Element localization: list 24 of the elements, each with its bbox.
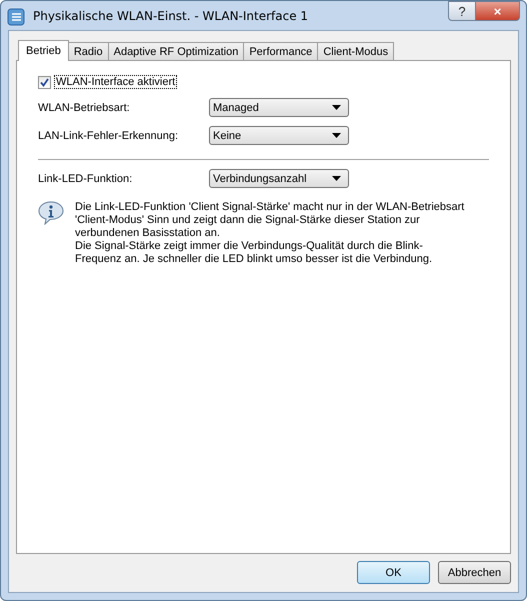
dropdown[interactable]: Managed — [209, 98, 349, 117]
tab[interactable]: Adaptive RF Optimization — [108, 42, 244, 60]
caret-icon — [332, 133, 341, 138]
dialog-button[interactable]: OK — [357, 561, 430, 584]
help-button[interactable]: ? — [448, 1, 476, 21]
checkbox[interactable] — [38, 76, 51, 88]
dropdown[interactable]: Verbindungsanzahl — [209, 169, 349, 188]
dropdown[interactable]: Keine — [209, 126, 349, 145]
field-label: WLAN-Betriebsart: — [38, 102, 131, 114]
app-icon — [7, 8, 25, 26]
tab[interactable]: Radio — [68, 42, 109, 60]
info-text: Die Signal-Stärke zeigt immer die Verbindungs-Qualität durch die Blink-Frequenz an. Je schneller die LED blinkt umso besser ist die Verbindung. — [75, 240, 434, 266]
window-title: Physikalische WLAN-Einst. - WLAN-Interface 1 — [33, 8, 310, 22]
tab[interactable]: Client-Modus — [317, 42, 394, 60]
checkbox-label: WLAN-Interface aktiviert — [54, 75, 178, 89]
info-text: Die Link-LED-Funktion 'Client Signal-Stärke' macht nur in der WLAN-Betriebsart 'Client-Modus' Sinn und zeigt dann die Signal-Stärke dieser Station zur verbundenen Basisstation an. — [75, 201, 466, 240]
field-label: LAN-Link-Fehler-Erkennung: — [38, 130, 180, 142]
info-icon — [38, 201, 64, 225]
caret-icon — [332, 176, 341, 181]
tab[interactable]: Betrieb — [18, 40, 69, 61]
tab[interactable]: Performance — [243, 42, 318, 60]
caret-icon — [332, 105, 341, 110]
dialog-button[interactable]: Abbrechen — [438, 561, 511, 584]
field-label: Link-LED-Funktion: — [38, 172, 134, 184]
